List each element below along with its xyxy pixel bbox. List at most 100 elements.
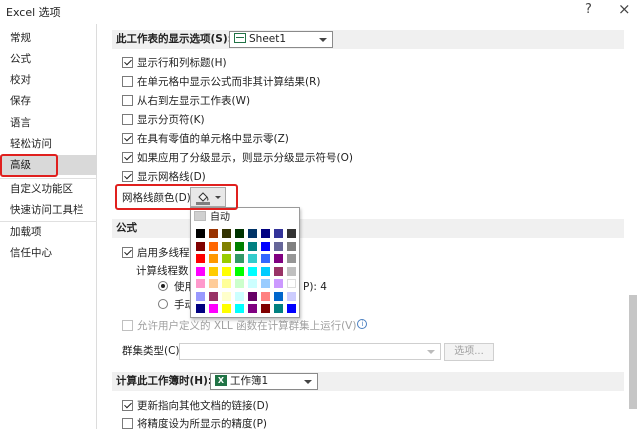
option-show-zeros[interactable]: 在具有零值的单元格中显示零(Z): [122, 132, 289, 147]
sidebar-item-formulas[interactable]: 公式: [0, 49, 97, 69]
color-swatch[interactable]: [209, 304, 218, 313]
color-swatch[interactable]: [196, 229, 205, 238]
option-show-gridlines[interactable]: 显示网格线(D): [122, 170, 206, 185]
sidebar-item-proofing[interactable]: 校对: [0, 70, 97, 90]
color-swatch[interactable]: [287, 291, 296, 301]
color-swatch[interactable]: [261, 291, 270, 301]
color-swatch[interactable]: [196, 266, 205, 276]
automatic-color-option[interactable]: 自动: [194, 211, 297, 225]
option-show-headers[interactable]: 显示行和列标题(H): [122, 56, 227, 71]
color-swatch[interactable]: [287, 229, 296, 238]
color-swatch[interactable]: [209, 241, 218, 251]
color-swatch[interactable]: [222, 254, 231, 263]
sidebar-item-addins[interactable]: 加载项: [0, 222, 97, 242]
checkbox[interactable]: [122, 170, 133, 182]
color-swatch[interactable]: [222, 241, 231, 251]
option-right-to-left[interactable]: 从右到左显示工作表(W): [122, 94, 250, 109]
color-swatch[interactable]: [196, 279, 205, 288]
color-swatch[interactable]: [222, 304, 231, 313]
workbook-select[interactable]: X 工作簿1: [210, 373, 318, 390]
checkbox[interactable]: [122, 75, 133, 87]
sidebar-item-trust-center[interactable]: 信任中心: [0, 243, 97, 263]
color-swatch[interactable]: [261, 229, 270, 238]
sidebar-item-language[interactable]: 语言: [0, 113, 97, 133]
checkbox[interactable]: [122, 94, 133, 106]
help-button[interactable]: ?: [585, 2, 592, 17]
checkbox[interactable]: [122, 132, 133, 144]
cluster-options-button[interactable]: 选项...: [444, 343, 494, 361]
checkbox[interactable]: [122, 151, 133, 163]
color-swatch[interactable]: [196, 291, 205, 301]
color-swatch[interactable]: [287, 241, 296, 251]
color-swatch[interactable]: [235, 304, 244, 313]
option-xll-cluster[interactable]: 允许用户定义的 XLL 函数在计算群集上运行(V) i: [122, 319, 368, 334]
color-swatch[interactable]: [274, 304, 283, 313]
color-swatch[interactable]: [209, 291, 218, 301]
color-swatch[interactable]: [274, 291, 283, 301]
color-swatch[interactable]: [209, 279, 218, 288]
option-update-links[interactable]: 更新指向其他文档的链接(D): [122, 399, 269, 414]
sidebar-item-quick-access[interactable]: 快速访问工具栏: [0, 200, 97, 220]
color-swatch[interactable]: [248, 241, 257, 251]
color-swatch[interactable]: [222, 279, 231, 288]
checkbox[interactable]: [122, 56, 133, 68]
color-swatch[interactable]: [235, 266, 244, 276]
color-swatch[interactable]: [209, 266, 218, 276]
color-swatch[interactable]: [261, 254, 270, 263]
color-swatch[interactable]: [248, 229, 257, 238]
checkbox[interactable]: [122, 399, 133, 411]
option-precision-as-displayed[interactable]: 将精度设为所显示的精度(P): [122, 417, 267, 429]
option-label: 在具有零值的单元格中显示零(Z): [137, 133, 289, 145]
color-swatch[interactable]: [222, 291, 231, 301]
color-swatch[interactable]: [222, 266, 231, 276]
sheet-select[interactable]: Sheet1: [229, 31, 333, 48]
option-multithread[interactable]: 启用多线程计: [122, 246, 200, 261]
color-swatch[interactable]: [287, 279, 296, 288]
radio-button[interactable]: [158, 299, 168, 309]
color-swatch[interactable]: [209, 254, 218, 263]
radio-button[interactable]: [158, 281, 168, 291]
color-swatch[interactable]: [235, 291, 244, 301]
sidebar-item-general[interactable]: 常规: [0, 28, 97, 48]
color-swatch[interactable]: [235, 279, 244, 288]
color-swatch[interactable]: [196, 241, 205, 251]
color-swatch[interactable]: [274, 266, 283, 276]
sidebar-item-accessibility[interactable]: 轻松访问: [0, 134, 97, 154]
color-swatch[interactable]: [248, 254, 257, 263]
color-swatch[interactable]: [261, 241, 270, 251]
color-swatch[interactable]: [261, 279, 270, 288]
color-swatch[interactable]: [196, 254, 205, 263]
color-swatch[interactable]: [287, 266, 296, 276]
color-swatch[interactable]: [274, 279, 283, 288]
scrollbar[interactable]: [626, 24, 640, 429]
option-page-breaks[interactable]: 显示分页符(K): [122, 113, 205, 128]
color-swatch[interactable]: [235, 241, 244, 251]
checkbox[interactable]: [122, 417, 133, 429]
checkbox[interactable]: [122, 319, 133, 331]
color-swatch[interactable]: [274, 241, 283, 251]
color-swatch[interactable]: [222, 229, 231, 238]
sidebar-item-customize-ribbon[interactable]: 自定义功能区: [0, 179, 97, 199]
color-swatch[interactable]: [274, 254, 283, 263]
sidebar-item-save[interactable]: 保存: [0, 91, 97, 111]
scrollbar-thumb[interactable]: [629, 295, 637, 409]
cluster-type-select[interactable]: [179, 343, 441, 360]
color-swatch[interactable]: [235, 229, 244, 238]
checkbox[interactable]: [122, 113, 133, 125]
color-swatch[interactable]: [274, 229, 283, 238]
color-swatch[interactable]: [261, 304, 270, 313]
color-swatch[interactable]: [248, 266, 257, 276]
option-show-formulas[interactable]: 在单元格中显示公式而非其计算结果(R): [122, 75, 321, 90]
color-swatch[interactable]: [287, 304, 296, 313]
close-button[interactable]: ×: [618, 0, 631, 18]
color-swatch[interactable]: [235, 254, 244, 263]
color-swatch[interactable]: [248, 291, 257, 301]
option-outline-symbols[interactable]: 如果应用了分级显示，则显示分级显示符号(O): [122, 151, 353, 166]
color-swatch[interactable]: [287, 254, 296, 263]
color-swatch[interactable]: [209, 229, 218, 238]
checkbox[interactable]: [122, 246, 133, 258]
color-swatch[interactable]: [248, 279, 257, 288]
color-swatch[interactable]: [196, 304, 205, 313]
color-swatch[interactable]: [248, 304, 257, 313]
color-swatch[interactable]: [261, 266, 270, 276]
